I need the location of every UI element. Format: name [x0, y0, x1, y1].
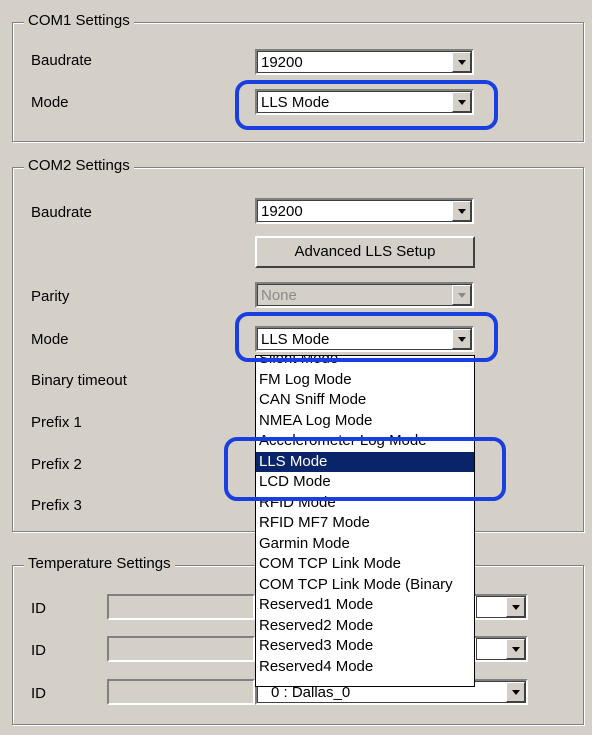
dropdown-option[interactable]: Reserved4 Mode [256, 657, 474, 678]
dropdown-option-selected[interactable]: LLS Mode [256, 451, 474, 472]
com2-baudrate-label: Baudrate [31, 204, 92, 221]
com2-mode-select[interactable]: LLS Mode [255, 326, 474, 352]
dropdown-option[interactable]: FM Log Mode [256, 370, 474, 391]
prefix1-label: Prefix 1 [31, 414, 82, 431]
chevron-down-icon[interactable] [506, 597, 525, 617]
com2-mode-value: LLS Mode [261, 331, 330, 348]
com2-parity-select: None [255, 282, 474, 308]
com1-baudrate-select[interactable]: 19200 [255, 49, 474, 75]
dropdown-option[interactable]: COM TCP Link Mode [256, 554, 474, 575]
chevron-down-icon[interactable] [452, 329, 471, 349]
dropdown-option[interactable]: Reserved1 Mode [256, 595, 474, 616]
com1-settings-group [12, 22, 584, 142]
dropdown-option[interactable]: LCD Mode [256, 472, 474, 493]
chevron-down-icon[interactable] [506, 639, 525, 659]
temperature-id-field-3[interactable] [107, 679, 255, 705]
mode-dropdown-list[interactable]: Silent Mode FM Log Mode CAN Sniff Mode N… [255, 355, 475, 687]
dropdown-option[interactable]: RFID MF7 Mode [256, 513, 474, 534]
dropdown-option[interactable]: Reserved2 Mode [256, 616, 474, 637]
com1-mode-label: Mode [31, 94, 69, 111]
com2-parity-value: None [261, 287, 297, 304]
dropdown-option[interactable]: Accelerometer Log Mode [256, 431, 474, 452]
temperature-sensor-select-1[interactable] [474, 594, 528, 620]
temperature-sensor-select-2[interactable] [474, 636, 528, 662]
com1-baudrate-value: 19200 [261, 54, 303, 71]
temperature-id-field-1[interactable] [107, 594, 255, 620]
com1-baudrate-label: Baudrate [31, 52, 92, 69]
dropdown-option[interactable]: CAN Sniff Mode [256, 390, 474, 411]
temperature-id-label-3: ID [31, 685, 46, 702]
com2-baudrate-value: 19200 [261, 203, 303, 220]
com2-mode-label: Mode [31, 331, 69, 348]
com1-mode-select[interactable]: LLS Mode [255, 89, 474, 115]
com2-parity-label: Parity [31, 288, 70, 305]
binary-timeout-label: Binary timeout [31, 372, 127, 389]
dropdown-option[interactable]: Garmin Mode [256, 534, 474, 555]
prefix3-label: Prefix 3 [31, 497, 82, 514]
dropdown-option[interactable]: RFID Mode [256, 493, 474, 514]
chevron-down-icon [452, 285, 471, 305]
chevron-down-icon[interactable] [452, 201, 471, 221]
com1-settings-title: COM1 Settings [24, 12, 134, 30]
dropdown-option[interactable]: Silent Mode [256, 356, 474, 370]
chevron-down-icon[interactable] [452, 52, 471, 72]
dropdown-option[interactable]: Reserved3 Mode [256, 636, 474, 657]
chevron-down-icon[interactable] [452, 92, 471, 112]
dropdown-option[interactable]: NMEA Log Mode [256, 411, 474, 432]
com2-baudrate-select[interactable]: 19200 [255, 198, 474, 224]
com1-mode-value: LLS Mode [261, 94, 330, 111]
com2-settings-title: COM2 Settings [24, 157, 134, 175]
temperature-id-label-2: ID [31, 642, 46, 659]
temperature-id-field-2[interactable] [107, 636, 255, 662]
temperature-id-label-1: ID [31, 600, 46, 617]
prefix2-label: Prefix 2 [31, 456, 82, 473]
advanced-lls-setup-button[interactable]: Advanced LLS Setup [255, 236, 475, 268]
chevron-down-icon[interactable] [506, 682, 525, 702]
dropdown-option[interactable]: COM TCP Link Mode (Binary [256, 575, 474, 596]
temperature-settings-title: Temperature Settings [24, 555, 175, 573]
